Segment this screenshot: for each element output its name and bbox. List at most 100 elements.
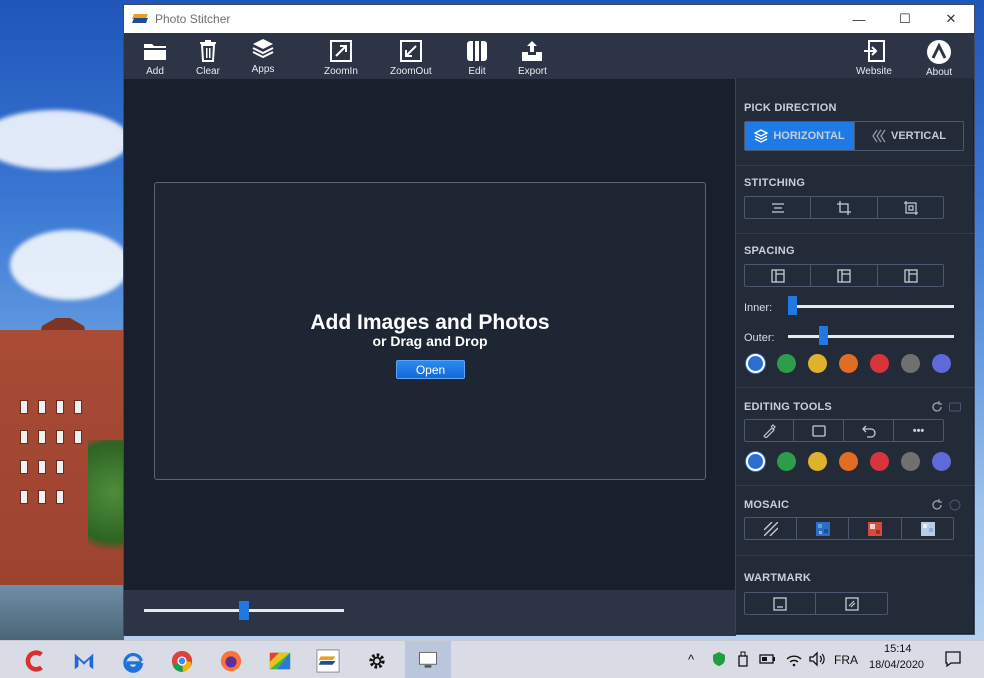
settings-icon[interactable] — [364, 648, 390, 674]
taskbar: ^ FRA 15:14 18/04/2020 — [0, 640, 984, 678]
add-button[interactable]: Add — [142, 38, 168, 77]
photo-stitcher-taskbar-icon[interactable] — [315, 648, 341, 674]
color-swatch[interactable] — [901, 354, 920, 373]
more-tools-button[interactable]: ••• — [894, 420, 943, 441]
zoom-in-button[interactable]: ZoomIn — [324, 38, 358, 77]
watermark-label: WARTMARK — [744, 572, 811, 584]
color-swatch[interactable] — [839, 354, 858, 373]
colors-app-icon[interactable] — [267, 648, 293, 674]
color-swatch[interactable] — [901, 452, 920, 471]
watermark-pattern-button[interactable] — [816, 593, 887, 614]
canal-water — [0, 585, 124, 640]
toggle-off-icon[interactable] — [949, 401, 961, 413]
window-title: Photo Stitcher — [155, 12, 231, 26]
mosaic-stripes-button[interactable] — [745, 518, 797, 539]
clear-button[interactable]: Clear — [195, 38, 221, 77]
spacing-layout-mid-button[interactable] — [811, 265, 878, 286]
reset-icon[interactable] — [931, 401, 943, 413]
building-window — [20, 460, 28, 474]
mosaic-light-button[interactable] — [902, 518, 953, 539]
notification-icon[interactable] — [944, 650, 962, 668]
undo-button[interactable] — [844, 420, 894, 441]
divider — [736, 233, 974, 234]
export-label: Export — [518, 66, 547, 77]
editing-color-swatches — [746, 452, 951, 471]
color-swatch[interactable] — [777, 354, 796, 373]
blue-mosaic-icon — [815, 521, 830, 536]
ccleaner-icon[interactable] — [22, 648, 48, 674]
stitch-align-button[interactable] — [745, 197, 811, 218]
stitching-options — [744, 196, 944, 219]
rectangle-tool-button[interactable] — [794, 420, 844, 441]
security-shield-icon[interactable] — [711, 651, 727, 667]
color-swatch[interactable] — [777, 452, 796, 471]
stitch-crop-alt-button[interactable] — [878, 197, 943, 218]
building-window — [56, 460, 64, 474]
input-language[interactable]: FRA — [834, 653, 858, 667]
horizontal-option[interactable]: HORIZONTAL — [745, 122, 855, 150]
edit-button[interactable]: Edit — [464, 38, 490, 77]
color-swatch[interactable] — [808, 452, 827, 471]
red-mosaic-icon — [868, 521, 882, 536]
color-swatch[interactable] — [839, 452, 858, 471]
pick-direction-label: PICK DIRECTION — [744, 102, 837, 114]
minimize-button[interactable]: — — [836, 5, 882, 33]
color-swatch[interactable] — [746, 452, 765, 471]
export-button[interactable]: Export — [518, 38, 547, 77]
layout-left-icon — [770, 268, 785, 283]
spacing-layout-right-button[interactable] — [878, 265, 943, 286]
mosaic-red-button[interactable] — [849, 518, 902, 539]
website-button[interactable]: Website — [856, 38, 892, 77]
color-swatch[interactable] — [808, 354, 827, 373]
stitch-canvas[interactable]: Add Images and Photos or Drag and Drop O… — [124, 79, 736, 590]
open-button[interactable]: Open — [396, 360, 465, 379]
reset-icon[interactable] — [931, 499, 943, 511]
spacing-options — [744, 264, 944, 287]
color-swatch[interactable] — [746, 354, 765, 373]
title-bar[interactable]: Photo Stitcher — ☐ ✕ — [124, 5, 974, 33]
edge-icon[interactable] — [120, 648, 146, 674]
show-hidden-icons-icon[interactable]: ^ — [688, 652, 694, 667]
inner-spacing-track[interactable] — [788, 305, 954, 308]
apps-label: Apps — [251, 64, 275, 75]
about-logo-icon — [927, 40, 952, 64]
vertical-option[interactable]: VERTICAL — [855, 122, 963, 150]
color-swatch[interactable] — [932, 452, 951, 471]
vertical-label: VERTICAL — [891, 130, 946, 142]
clock-time[interactable]: 15:14 — [884, 643, 912, 655]
desktop-app-icon[interactable] — [405, 641, 451, 678]
divider — [736, 555, 974, 556]
close-button[interactable]: ✕ — [928, 5, 974, 33]
usb-device-icon[interactable] — [736, 651, 750, 667]
zoom-out-button[interactable]: ZoomOut — [390, 38, 432, 77]
toggle-off-icon[interactable] — [949, 499, 961, 511]
outer-spacing-thumb[interactable] — [819, 326, 829, 345]
maximize-button[interactable]: ☐ — [882, 5, 928, 33]
chrome-icon[interactable] — [169, 648, 195, 674]
clock-date[interactable]: 18/04/2020 — [869, 659, 924, 671]
battery-icon[interactable] — [758, 652, 776, 666]
apps-button[interactable]: Apps — [250, 36, 276, 75]
firefox-icon[interactable] — [218, 648, 244, 674]
zoom-slider-thumb[interactable] — [239, 601, 249, 620]
rectangle-icon — [811, 424, 826, 437]
malwarebytes-icon[interactable] — [71, 648, 97, 674]
color-swatch[interactable] — [870, 452, 889, 471]
inner-spacing-thumb[interactable] — [788, 296, 797, 315]
mosaic-blue-button[interactable] — [797, 518, 849, 539]
watermark-options — [744, 592, 888, 615]
about-button[interactable]: About — [926, 39, 952, 78]
wifi-icon[interactable] — [785, 651, 803, 667]
volume-icon[interactable] — [808, 651, 826, 667]
watermark-text-button[interactable] — [745, 593, 816, 614]
color-swatch[interactable] — [870, 354, 889, 373]
outer-spacing-track[interactable] — [788, 335, 954, 338]
draw-tool-button[interactable] — [745, 420, 794, 441]
drop-zone[interactable]: Add Images and Photos or Drag and Drop O… — [154, 182, 706, 480]
stitch-crop-button[interactable] — [811, 197, 878, 218]
building-window — [38, 490, 46, 504]
building-window — [56, 490, 64, 504]
color-swatch[interactable] — [932, 354, 951, 373]
outer-spacing-label: Outer: — [744, 332, 775, 344]
spacing-layout-left-button[interactable] — [745, 265, 811, 286]
